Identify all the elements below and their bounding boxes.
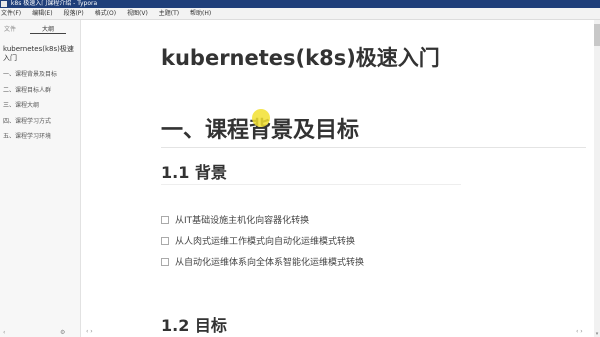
list-item: 从自动化运维体系向全体系智能化运维模式转换 — [161, 254, 364, 275]
scrollbar[interactable]: ▾ — [594, 20, 600, 337]
menu-edit[interactable]: 编辑(E) — [32, 8, 52, 19]
list-item: 从IT基础设施主机化向容器化转换 — [161, 212, 364, 233]
outline-item-environment[interactable]: 五、课程学习环境 — [0, 129, 80, 145]
footer-nav-left[interactable]: ‹ › — [86, 328, 93, 336]
sidebar-tabs: 文件 大纲 — [0, 20, 80, 35]
cursor-highlight — [252, 109, 270, 127]
footer-nav-right[interactable]: ‹ › — [576, 328, 583, 336]
list-item-text: 从自动化运维体系向全体系智能化运维模式转换 — [175, 258, 365, 268]
heading-subsection1: 1.1 背景 — [161, 163, 227, 182]
menu-help[interactable]: 帮助(H) — [190, 8, 211, 19]
bullet-list: 从IT基础设施主机化向容器化转换 从人肉式运维工作模式向自动化运维模式转换 从自… — [161, 212, 364, 275]
outline-item-study-method[interactable]: 四、课程学习方式 — [0, 114, 80, 130]
document-title: kubernetes(k8s)极速入门 — [161, 46, 440, 70]
outline-item-audience[interactable]: 二、课程目标人群 — [0, 83, 80, 99]
list-item-text: 从人肉式运维工作模式向自动化运维模式转换 — [175, 237, 356, 247]
scrollbar-thumb[interactable] — [594, 24, 600, 46]
bullet-icon — [161, 236, 169, 245]
heading-subsection2: 1.2 目标 — [161, 316, 227, 335]
outline-item-background[interactable]: 一、课程背景及目标 — [0, 67, 80, 83]
menubar: 文件(F) 编辑(E) 段落(P) 格式(O) 视图(V) 主题(T) 帮助(H… — [0, 8, 600, 20]
editor-area[interactable]: kubernetes(k8s)极速入门 一、课程背景及目标 1.1 背景 从IT… — [81, 20, 593, 337]
window-titlebar: k8s 极速入门课程介绍 - Typora — [0, 0, 600, 8]
menu-format[interactable]: 格式(O) — [95, 8, 116, 19]
tab-files[interactable]: 文件 — [4, 24, 16, 33]
app-icon — [1, 1, 7, 7]
bullet-icon — [161, 257, 169, 266]
heading-divider — [161, 147, 586, 148]
window-title: k8s 极速入门课程介绍 - Typora — [10, 0, 98, 7]
menu-paragraph[interactable]: 段落(P) — [63, 8, 83, 19]
menu-view[interactable]: 视图(V) — [127, 8, 148, 19]
menu-theme[interactable]: 主题(T) — [159, 8, 179, 19]
subheading-divider — [161, 184, 461, 185]
sidebar-footer: ‹ ⚙ — [0, 329, 80, 337]
sidebar: 文件 大纲 kubernetes(k8s)极速入门 一、课程背景及目标 二、课程… — [0, 20, 81, 337]
outline-item-title[interactable]: kubernetes(k8s)极速入门 — [3, 45, 77, 63]
tab-active-indicator — [30, 33, 66, 34]
scroll-down-icon[interactable]: ▾ — [594, 331, 600, 337]
bullet-icon — [161, 215, 169, 224]
list-item-text: 从IT基础设施主机化向容器化转换 — [175, 216, 310, 226]
list-item: 从人肉式运维工作模式向自动化运维模式转换 — [161, 233, 364, 254]
outline-item-syllabus[interactable]: 三、课程大纲 — [0, 98, 80, 114]
settings-icon[interactable]: ⚙ — [60, 329, 65, 337]
tab-outline[interactable]: 大纲 — [42, 24, 54, 33]
menu-file[interactable]: 文件(F) — [1, 8, 21, 19]
collapse-sidebar-icon[interactable]: ‹ — [3, 329, 5, 337]
